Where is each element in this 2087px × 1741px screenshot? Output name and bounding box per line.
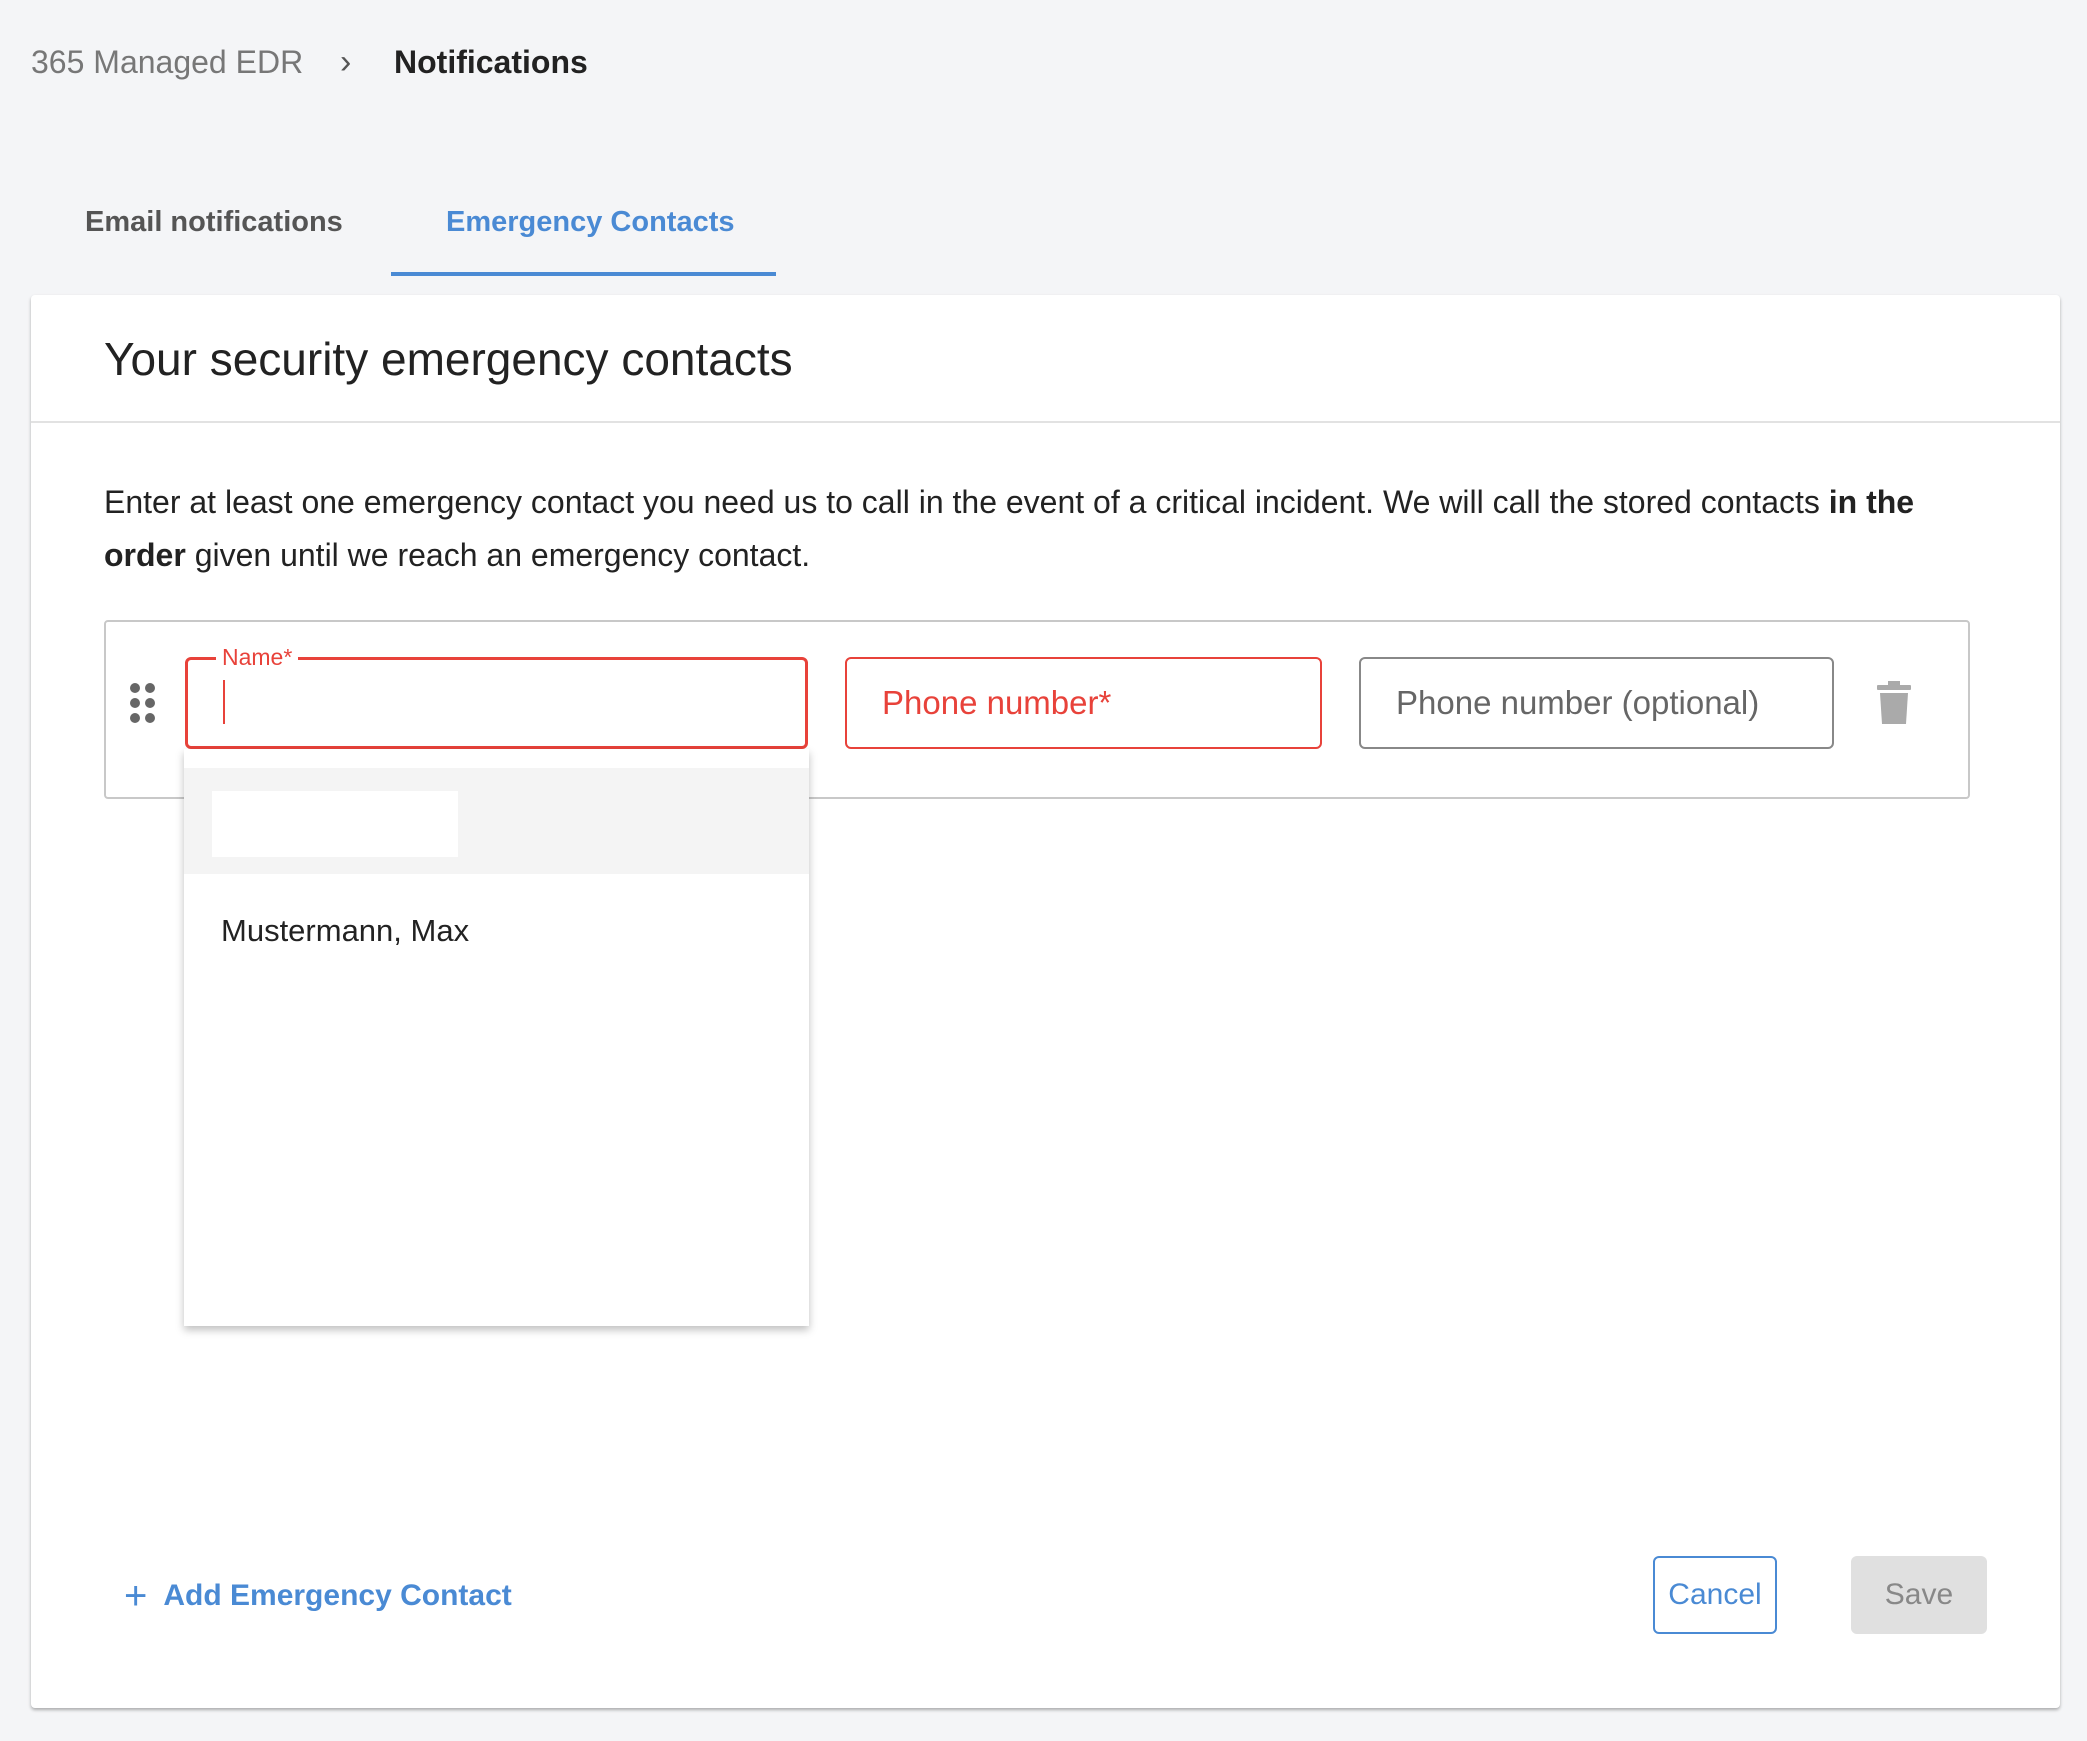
dropdown-option-highlighted[interactable]: [184, 768, 809, 874]
dropdown-option[interactable]: Mustermann, Max: [221, 909, 469, 953]
divider: [31, 421, 2060, 423]
chevron-right-icon: ›: [340, 43, 352, 81]
name-autocomplete-dropdown: Mustermann, Max: [184, 749, 809, 1326]
phone-number-optional-input[interactable]: Phone number (optional): [1359, 657, 1834, 749]
text-caret: [223, 680, 225, 724]
description-text-end: given until we reach an emergency contac…: [185, 537, 811, 573]
add-emergency-contact-button[interactable]: + Add Emergency Contact: [124, 1574, 512, 1618]
name-label: Name*: [216, 643, 299, 671]
active-tab-indicator: [391, 272, 776, 276]
breadcrumb-current: Notifications: [394, 44, 588, 80]
tab-emergency-contacts[interactable]: Emergency Contacts: [446, 204, 735, 240]
phone-number-input[interactable]: Phone number*: [845, 657, 1322, 749]
option-placeholder: [212, 791, 458, 857]
plus-icon: +: [124, 1574, 148, 1618]
save-button[interactable]: Save: [1851, 1556, 1987, 1634]
name-input[interactable]: Name*: [185, 643, 808, 749]
drag-handle-icon[interactable]: [130, 683, 160, 723]
description-text: Enter at least one emergency contact you…: [104, 484, 1829, 520]
description: Enter at least one emergency contact you…: [104, 476, 1994, 582]
breadcrumb-parent[interactable]: 365 Managed EDR: [31, 42, 303, 82]
cancel-button[interactable]: Cancel: [1653, 1556, 1777, 1634]
add-label: Add Emergency Contact: [163, 1579, 512, 1612]
card-title: Your security emergency contacts: [104, 333, 793, 385]
trash-icon[interactable]: [1876, 680, 1912, 731]
tab-email-notifications[interactable]: Email notifications: [85, 204, 343, 240]
